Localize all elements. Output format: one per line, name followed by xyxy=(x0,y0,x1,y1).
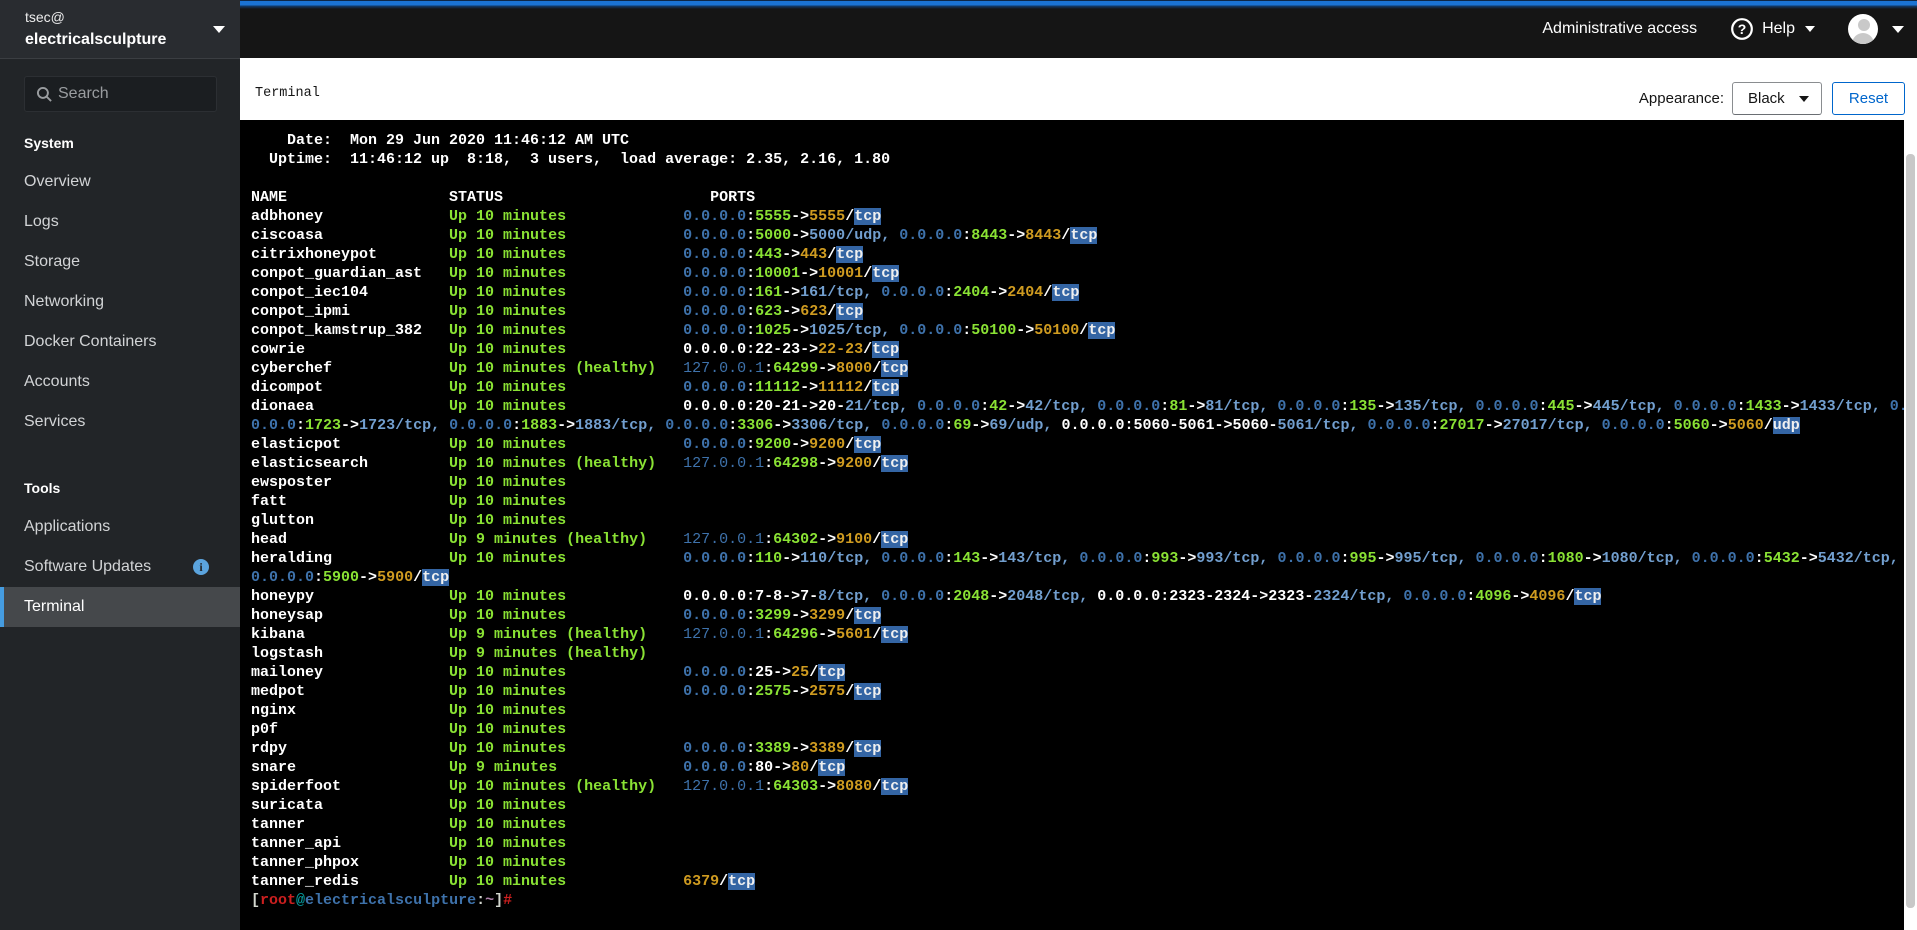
svg-text:?: ? xyxy=(1738,21,1747,37)
